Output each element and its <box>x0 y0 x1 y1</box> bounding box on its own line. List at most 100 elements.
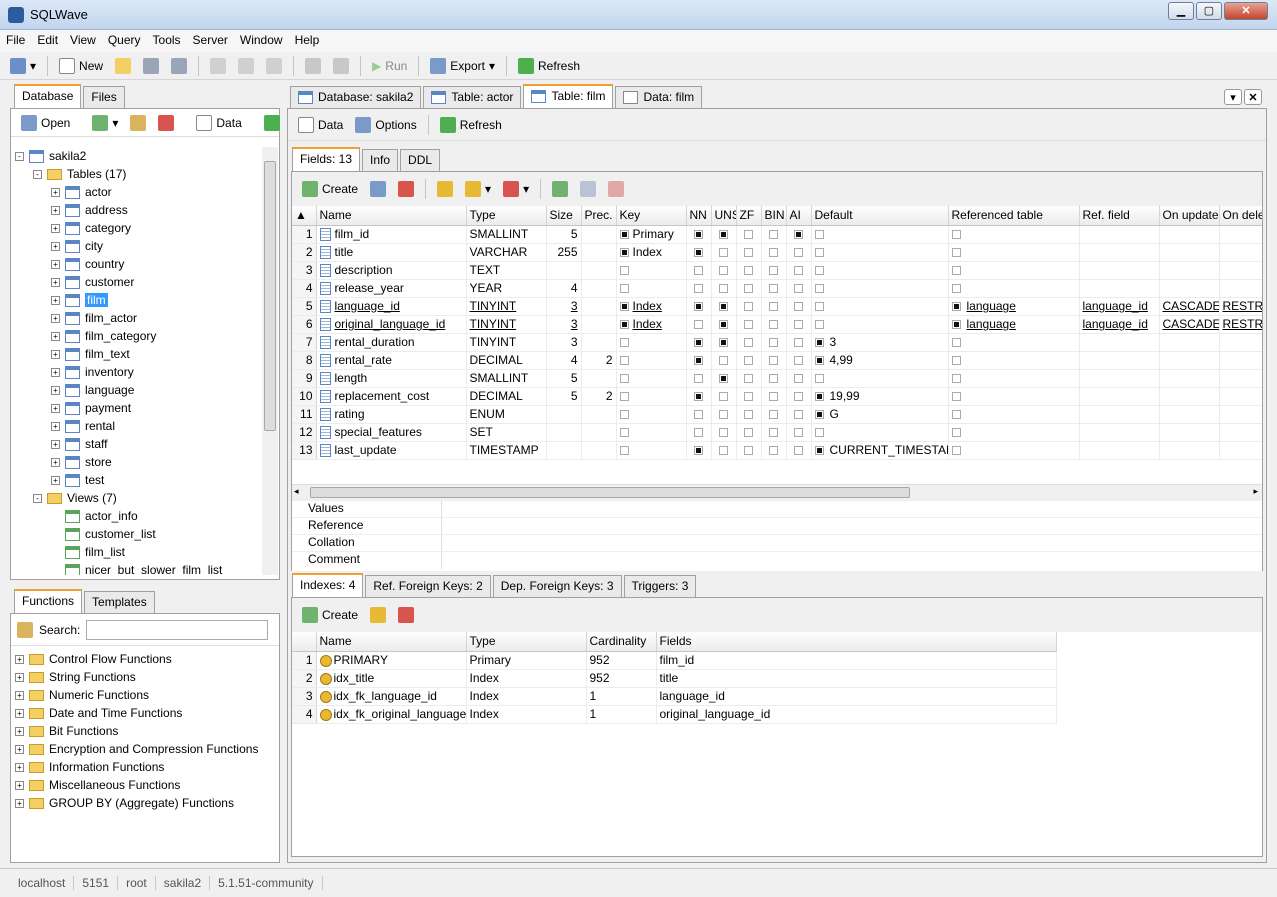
column-header[interactable]: Prec. <box>581 206 617 226</box>
scroll-left-icon[interactable]: ◂ <box>294 486 299 497</box>
field-referenced-table[interactable] <box>948 405 1080 424</box>
field-type[interactable]: SMALLINT <box>466 225 547 244</box>
reference-checkbox[interactable] <box>951 248 961 258</box>
tree-table-film_category[interactable]: + film_category <box>15 327 261 345</box>
field-default[interactable] <box>811 423 949 442</box>
index-cardinality[interactable]: 1 <box>586 687 657 706</box>
expand-icon[interactable]: + <box>51 422 60 432</box>
field-precision[interactable] <box>581 333 617 352</box>
menu-file[interactable]: File <box>0 30 31 50</box>
field-name[interactable]: replacement_cost <box>316 387 467 406</box>
field-key[interactable]: Index <box>616 297 687 316</box>
checkbox[interactable] <box>719 284 728 294</box>
field-name[interactable]: film_id <box>316 225 467 244</box>
tab-list-button[interactable]: ▾ <box>1224 89 1242 105</box>
field-row[interactable]: 2 title VARCHAR 255 Index <box>292 243 1262 262</box>
checkbox-cell[interactable] <box>711 261 737 280</box>
reference-checkbox[interactable] <box>951 266 961 276</box>
checkbox-cell[interactable] <box>686 297 712 316</box>
field-precision[interactable] <box>581 243 617 262</box>
field-precision[interactable] <box>581 261 617 280</box>
field-name[interactable]: last_update <box>316 441 467 460</box>
checkbox-cell[interactable] <box>736 279 762 298</box>
field-size[interactable]: 255 <box>546 243 582 262</box>
checkbox-cell[interactable] <box>761 369 787 388</box>
index-fields[interactable]: language_id <box>656 687 1057 706</box>
field-key[interactable]: Index <box>616 243 687 262</box>
expand-icon[interactable]: + <box>51 386 60 396</box>
create-table-button[interactable]: ▾ <box>88 113 122 133</box>
checkbox[interactable] <box>719 338 728 348</box>
field-name[interactable]: length <box>316 369 467 388</box>
default-checkbox[interactable] <box>814 374 824 384</box>
field-key[interactable] <box>616 333 687 352</box>
copy-button[interactable] <box>234 56 258 76</box>
checkbox-cell[interactable] <box>761 333 787 352</box>
field-ref-field[interactable] <box>1079 279 1160 298</box>
tree-scroll-thumb[interactable] <box>264 161 276 431</box>
checkbox-cell[interactable] <box>736 369 762 388</box>
default-checkbox[interactable] <box>814 428 824 438</box>
tab-data-film[interactable]: Data: film <box>615 86 703 108</box>
field-row[interactable]: 12 special_features SET <box>292 423 1262 442</box>
checkbox[interactable] <box>769 356 778 366</box>
undo-button[interactable] <box>301 56 325 76</box>
menu-query[interactable]: Query <box>102 30 147 50</box>
key-checkbox[interactable] <box>619 392 629 402</box>
key-checkbox[interactable] <box>619 356 629 366</box>
expand-icon[interactable]: + <box>15 727 24 737</box>
reference-checkbox[interactable] <box>951 446 961 456</box>
field-on-delete[interactable] <box>1219 387 1262 406</box>
close-tab-button[interactable]: ✕ <box>1244 89 1262 105</box>
expand-icon[interactable]: + <box>15 655 24 665</box>
column-header[interactable]: ZF <box>736 206 762 226</box>
field-ref-field[interactable] <box>1079 333 1160 352</box>
field-ref-field[interactable] <box>1079 225 1160 244</box>
checkbox[interactable] <box>694 302 703 312</box>
field-row[interactable]: 7 rental_duration TINYINT 3 3 <box>292 333 1262 352</box>
collapse-icon[interactable]: - <box>15 152 24 162</box>
column-header[interactable]: BIN <box>761 206 787 226</box>
default-checkbox[interactable] <box>814 248 824 258</box>
scroll-right-icon[interactable]: ▸ <box>1253 486 1258 497</box>
expand-icon[interactable]: + <box>15 691 24 701</box>
menu-tools[interactable]: Tools <box>147 30 187 50</box>
checkbox[interactable] <box>794 302 803 312</box>
edit-index-button[interactable]: ▾ <box>461 179 495 199</box>
index-cardinality[interactable]: 952 <box>586 669 657 688</box>
field-ref-field[interactable] <box>1079 405 1160 424</box>
field-size[interactable] <box>546 405 582 424</box>
index-name[interactable]: idx_fk_original_language_ <box>316 705 467 724</box>
checkbox-cell[interactable] <box>761 225 787 244</box>
edit-table-button[interactable] <box>126 113 150 133</box>
column-header[interactable]: Size <box>546 206 582 226</box>
field-size[interactable]: 5 <box>546 225 582 244</box>
checkbox[interactable] <box>719 320 728 330</box>
column-header[interactable]: AI <box>786 206 812 226</box>
minimize-button[interactable]: ▁ <box>1168 2 1194 20</box>
tab-database-sakila2[interactable]: Database: sakila2 <box>290 86 422 108</box>
checkbox-cell[interactable] <box>686 315 712 334</box>
expand-icon[interactable]: + <box>15 745 24 755</box>
drop-table-button[interactable] <box>154 113 178 133</box>
db-refresh-button[interactable] <box>260 113 284 133</box>
field-on-delete[interactable] <box>1219 441 1262 460</box>
field-on-delete[interactable] <box>1219 333 1262 352</box>
checkbox-cell[interactable] <box>686 333 712 352</box>
checkbox[interactable] <box>744 356 753 366</box>
tree-table-film[interactable]: + film <box>15 291 261 309</box>
checkbox[interactable] <box>719 266 728 276</box>
checkbox[interactable] <box>694 230 703 240</box>
field-on-update[interactable] <box>1159 369 1220 388</box>
checkbox-cell[interactable] <box>786 297 812 316</box>
checkbox[interactable] <box>744 320 753 330</box>
checkbox-cell[interactable] <box>761 423 787 442</box>
checkbox[interactable] <box>719 230 728 240</box>
checkbox-cell[interactable] <box>711 279 737 298</box>
field-name[interactable]: description <box>316 261 467 280</box>
field-on-delete[interactable] <box>1219 405 1262 424</box>
tab-ref-foreign-keys[interactable]: Ref. Foreign Keys: 2 <box>365 575 491 597</box>
field-type[interactable]: VARCHAR <box>466 243 547 262</box>
checkbox-cell[interactable] <box>786 225 812 244</box>
delete-field-button[interactable] <box>394 179 418 199</box>
